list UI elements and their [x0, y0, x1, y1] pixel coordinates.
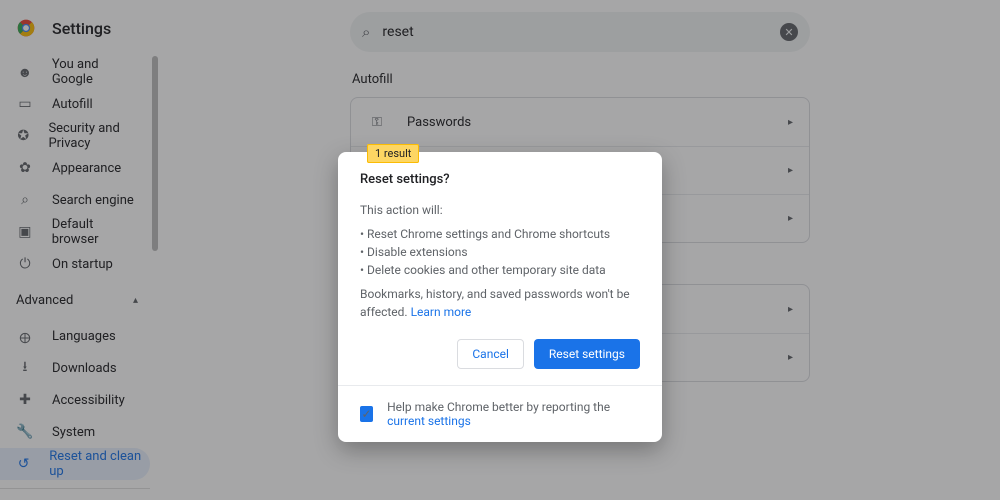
dialog-note: Bookmarks, history, and saved passwords …	[360, 285, 640, 321]
current-settings-link[interactable]: current settings	[387, 414, 471, 428]
cancel-button[interactable]: Cancel	[457, 339, 524, 369]
reset-settings-dialog: Reset settings? This action will: Reset …	[338, 152, 662, 442]
reset-settings-button[interactable]: Reset settings	[534, 339, 640, 369]
dialog-bullet-list: Reset Chrome settings and Chrome shortcu…	[360, 225, 640, 279]
dialog-title: Reset settings?	[360, 172, 640, 187]
dialog-lead: This action will:	[360, 201, 640, 219]
dialog-bullet: Disable extensions	[360, 243, 640, 261]
search-result-badge: 1 result	[367, 144, 419, 163]
report-settings-checkbox[interactable]: ✓	[360, 406, 373, 422]
dialog-footer-text: Help make Chrome better by reporting the…	[387, 400, 640, 428]
dialog-bullet: Delete cookies and other temporary site …	[360, 261, 640, 279]
learn-more-link[interactable]: Learn more	[411, 305, 472, 319]
dialog-bullet: Reset Chrome settings and Chrome shortcu…	[360, 225, 640, 243]
